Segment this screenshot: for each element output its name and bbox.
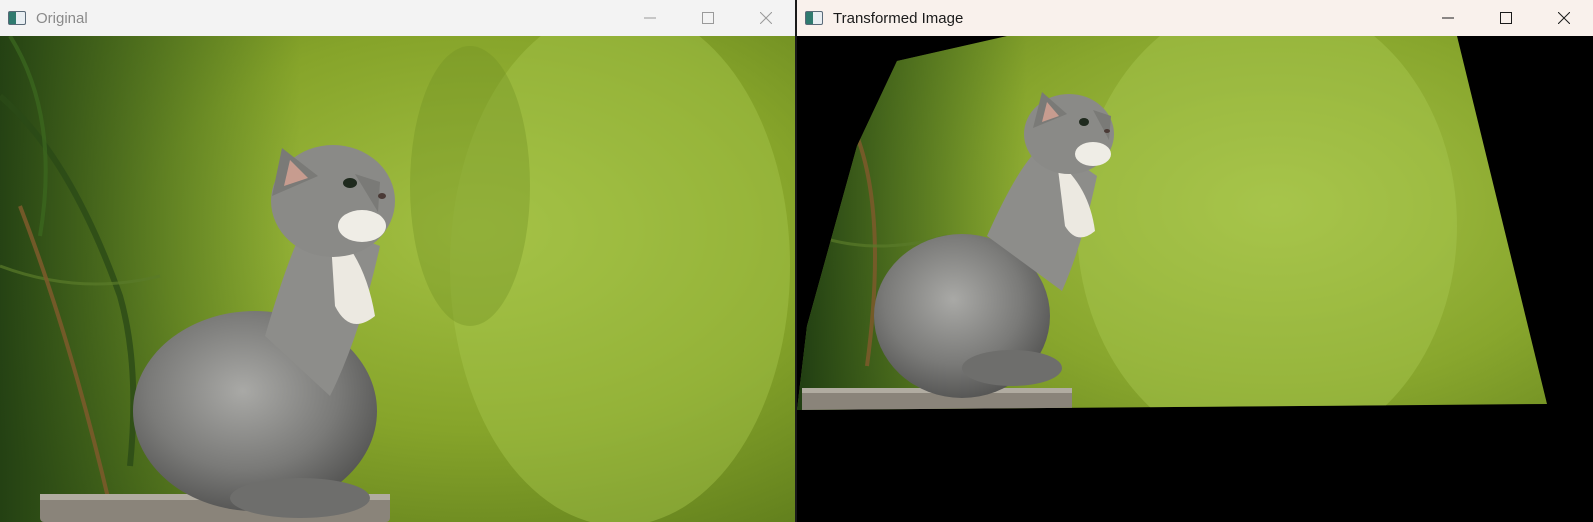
window-title: Transformed Image — [833, 9, 964, 27]
image-canvas — [0, 36, 795, 522]
transformed-image-window[interactable]: Transformed Image — [797, 0, 1593, 522]
close-button[interactable] — [737, 0, 795, 36]
title-bar[interactable]: Transformed Image — [797, 0, 1593, 36]
close-button[interactable] — [1535, 0, 1593, 36]
maximize-icon — [1500, 12, 1512, 24]
close-icon — [1558, 12, 1570, 24]
title-bar[interactable]: Original — [0, 0, 795, 36]
window-controls — [1419, 0, 1593, 36]
minimize-icon — [644, 17, 656, 19]
minimize-button[interactable] — [621, 0, 679, 36]
window-title: Original — [36, 9, 88, 27]
original-image — [0, 36, 795, 522]
minimize-button[interactable] — [1419, 0, 1477, 36]
app-icon — [8, 11, 26, 25]
maximize-button[interactable] — [1477, 0, 1535, 36]
transformed-image — [797, 36, 1593, 522]
minimize-icon — [1442, 17, 1454, 19]
app-icon — [805, 11, 823, 25]
window-controls — [621, 0, 795, 36]
original-window[interactable]: Original — [0, 0, 795, 522]
close-icon — [760, 12, 772, 24]
image-canvas — [797, 36, 1593, 522]
maximize-icon — [702, 12, 714, 24]
maximize-button[interactable] — [679, 0, 737, 36]
